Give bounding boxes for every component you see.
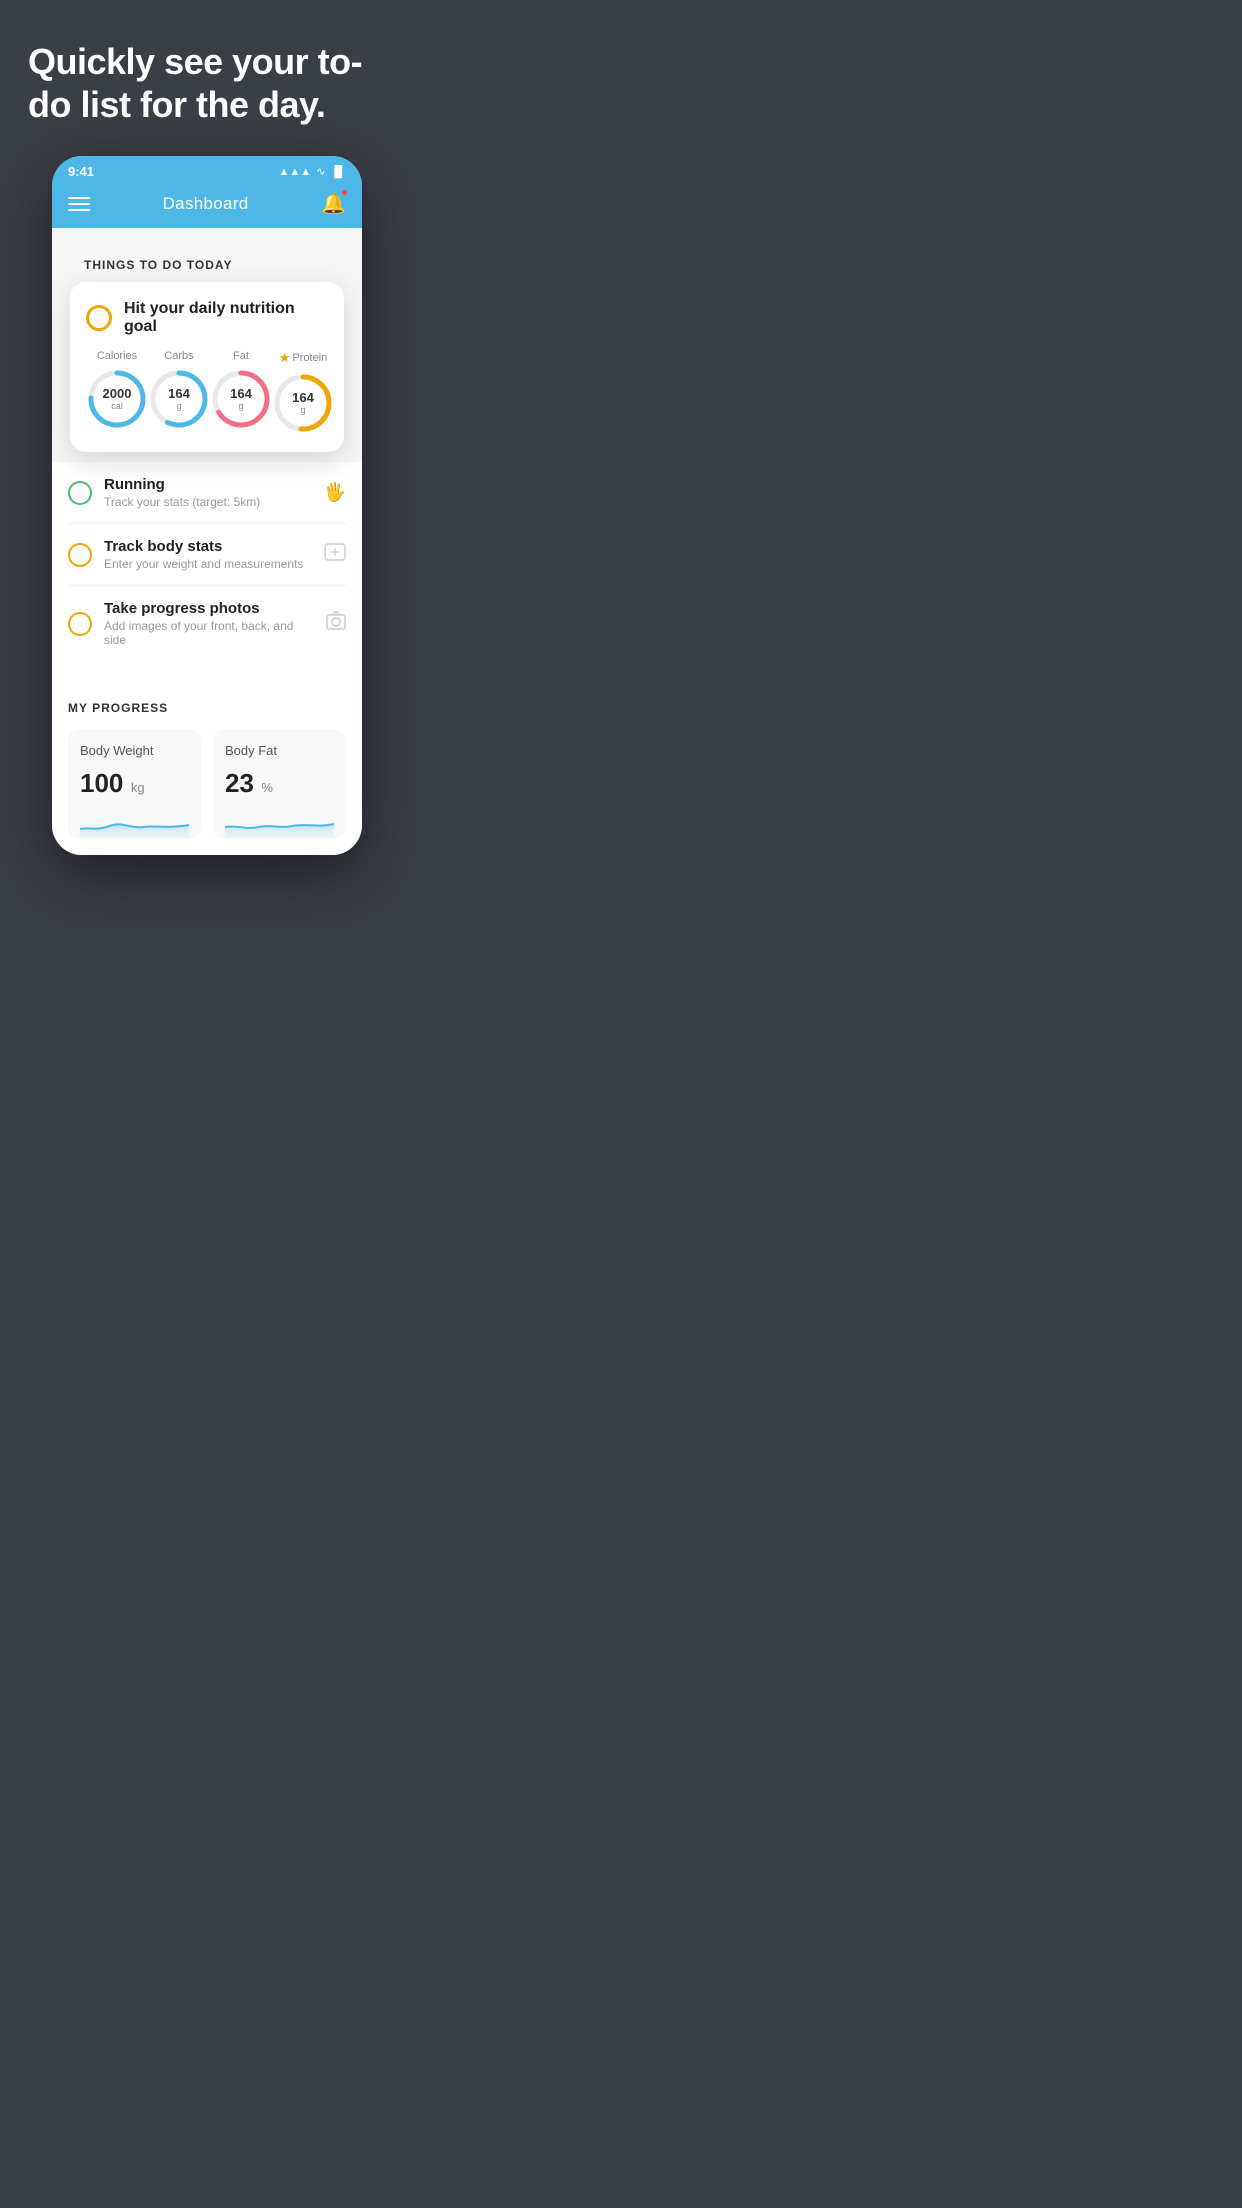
todo-title-bodystats: Track body stats — [104, 538, 312, 555]
battery-icon: ▐▌ — [330, 166, 346, 178]
protein-label-row: ★ Protein — [279, 350, 328, 366]
todo-sub-running: Track your stats (target: 5km) — [104, 495, 312, 509]
carbs-label: Carbs — [164, 350, 193, 362]
todo-item-bodystats[interactable]: Track body stats Enter your weight and m… — [68, 524, 346, 586]
body-weight-sparkline — [80, 807, 189, 837]
navbar: Dashboard 🔔 — [52, 183, 362, 228]
todo-list: Running Track your stats (target: 5km) 🖐… — [52, 462, 362, 661]
nutrition-carbs: Carbs 164 g — [148, 350, 210, 430]
carbs-circle: 164 g — [148, 368, 210, 430]
status-time: 9:41 — [68, 164, 94, 179]
fat-label: Fat — [233, 350, 249, 362]
phone-mockup: 9:41 ▲▲▲ ∿ ▐▌ Dashboard 🔔 TH — [52, 156, 362, 855]
todo-item-running[interactable]: Running Track your stats (target: 5km) 🖐 — [68, 462, 346, 524]
body-weight-value-row: 100 kg — [80, 768, 189, 799]
todo-radio-photos — [68, 612, 92, 636]
todo-title-photos: Take progress photos — [104, 600, 314, 617]
progress-header: MY PROGRESS — [68, 701, 346, 715]
things-header: THINGS TO DO TODAY — [68, 242, 346, 282]
hero-title: Quickly see your to-do list for the day. — [28, 40, 386, 126]
menu-button[interactable] — [68, 197, 90, 211]
status-bar: 9:41 ▲▲▲ ∿ ▐▌ — [52, 156, 362, 183]
nutrition-row: Calories 2000 cal — [86, 350, 328, 434]
fat-value: 164 — [230, 387, 252, 401]
navbar-title: Dashboard — [163, 194, 249, 214]
wifi-icon: ∿ — [316, 165, 325, 178]
nutrition-radio[interactable] — [86, 305, 112, 331]
phone-wrapper: 9:41 ▲▲▲ ∿ ▐▌ Dashboard 🔔 TH — [0, 156, 414, 885]
nutrition-calories: Calories 2000 cal — [86, 350, 148, 430]
body-weight-title: Body Weight — [80, 743, 189, 758]
calories-circle: 2000 cal — [86, 368, 148, 430]
signal-icon: ▲▲▲ — [279, 166, 312, 178]
shoe-icon: 🖐 — [324, 482, 346, 503]
body-fat-sparkline — [225, 807, 334, 837]
progress-card-weight: Body Weight 100 kg — [68, 729, 201, 839]
todo-text-bodystats: Track body stats Enter your weight and m… — [104, 538, 312, 571]
nutrition-card: Hit your daily nutrition goal Calories — [70, 282, 344, 452]
nutrition-fat: Fat 164 g — [210, 350, 272, 430]
scale-icon — [324, 543, 346, 566]
nutrition-protein: ★ Protein 164 g — [272, 350, 334, 434]
progress-cards: Body Weight 100 kg — [68, 729, 346, 839]
todo-title-running: Running — [104, 476, 312, 493]
calories-value: 2000 — [103, 387, 132, 401]
body-fat-value: 23 — [225, 768, 254, 798]
todo-item-photos[interactable]: Take progress photos Add images of your … — [68, 586, 346, 661]
calories-label: Calories — [97, 350, 137, 362]
body-fat-unit: % — [261, 780, 273, 795]
todo-radio-running — [68, 481, 92, 505]
progress-card-fat: Body Fat 23 % — [213, 729, 346, 839]
body-fat-title: Body Fat — [225, 743, 334, 758]
notification-button[interactable]: 🔔 — [321, 191, 346, 216]
body-weight-value: 100 — [80, 768, 123, 798]
body-fat-value-row: 23 % — [225, 768, 334, 799]
todo-sub-photos: Add images of your front, back, and side — [104, 619, 314, 647]
nutrition-card-header: Hit your daily nutrition goal — [86, 300, 328, 336]
status-icons: ▲▲▲ ∿ ▐▌ — [279, 165, 346, 178]
photo-icon — [326, 611, 346, 636]
things-section: THINGS TO DO TODAY — [52, 228, 362, 290]
content-area: THINGS TO DO TODAY Hit your daily nutrit… — [52, 228, 362, 855]
protein-circle: 164 g — [272, 372, 334, 434]
progress-section: MY PROGRESS Body Weight 100 kg — [52, 681, 362, 855]
protein-label: Protein — [292, 352, 327, 364]
protein-value: 164 — [292, 391, 314, 405]
notification-dot — [341, 189, 348, 196]
body-weight-unit: kg — [131, 780, 145, 795]
todo-text-photos: Take progress photos Add images of your … — [104, 600, 314, 647]
todo-sub-bodystats: Enter your weight and measurements — [104, 557, 312, 571]
nutrition-card-title: Hit your daily nutrition goal — [124, 300, 328, 336]
hero-section: Quickly see your to-do list for the day. — [0, 0, 414, 146]
todo-radio-bodystats — [68, 543, 92, 567]
todo-text-running: Running Track your stats (target: 5km) — [104, 476, 312, 509]
carbs-value: 164 — [168, 387, 190, 401]
star-icon: ★ — [279, 350, 291, 366]
fat-circle: 164 g — [210, 368, 272, 430]
